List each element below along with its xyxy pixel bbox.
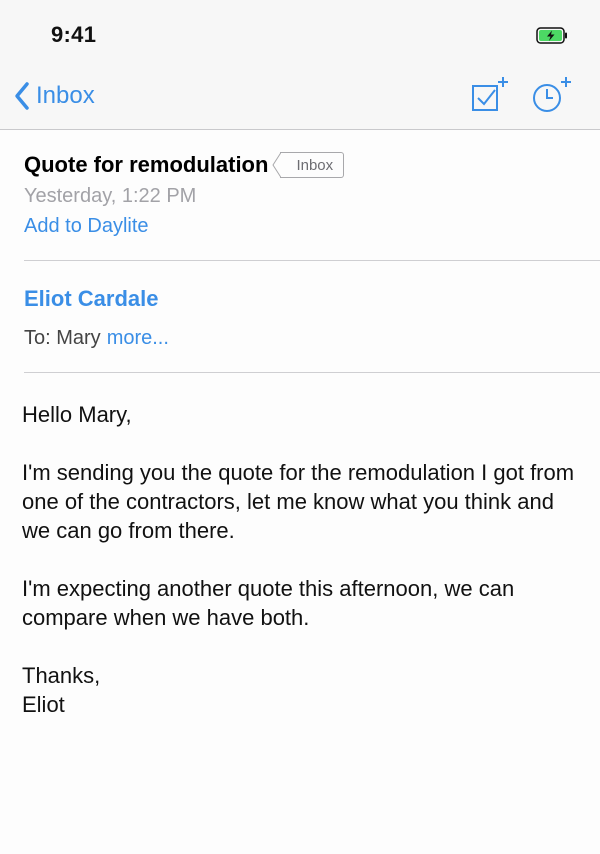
- back-button-label: Inbox: [36, 82, 95, 109]
- body-paragraph: I'm expecting another quote this afterno…: [22, 576, 515, 630]
- add-to-daylite-link[interactable]: Add to Daylite: [24, 215, 149, 238]
- status-time: 9:41: [51, 22, 97, 47]
- more-recipients-link[interactable]: more...: [107, 327, 169, 349]
- add-task-icon[interactable]: [470, 74, 510, 116]
- mailbox-tag-label: Inbox: [296, 156, 334, 174]
- body-divider: [24, 372, 600, 373]
- sender-name[interactable]: Eliot Cardale: [24, 286, 158, 312]
- message-subject: Quote for remodulation: [24, 152, 269, 177]
- recipients-row: To: Mary more...: [24, 327, 169, 350]
- battery-charging-icon: [536, 27, 567, 44]
- body-signature: Eliot: [22, 692, 65, 717]
- chevron-left-icon: [15, 82, 29, 110]
- body-signoff: Thanks,: [22, 663, 101, 688]
- mailbox-tag[interactable]: Inbox: [272, 152, 345, 178]
- subject-row: Quote for remodulation Inbox: [24, 150, 345, 180]
- back-button[interactable]: Inbox: [14, 78, 95, 114]
- recipient-label: To: Mary: [24, 327, 101, 349]
- body-greeting: Hello Mary,: [22, 402, 132, 427]
- message-body: Hello Mary, I'm sending you the quote fo…: [22, 400, 582, 719]
- header-divider: [24, 260, 600, 261]
- message-date: Yesterday, 1:22 PM: [24, 185, 197, 207]
- add-reminder-icon[interactable]: [530, 74, 572, 116]
- top-bar: 9:41 Inbox: [0, 0, 600, 130]
- tag-notch-icon: [272, 152, 282, 178]
- body-paragraph: I'm sending you the quote for the remodu…: [22, 460, 575, 543]
